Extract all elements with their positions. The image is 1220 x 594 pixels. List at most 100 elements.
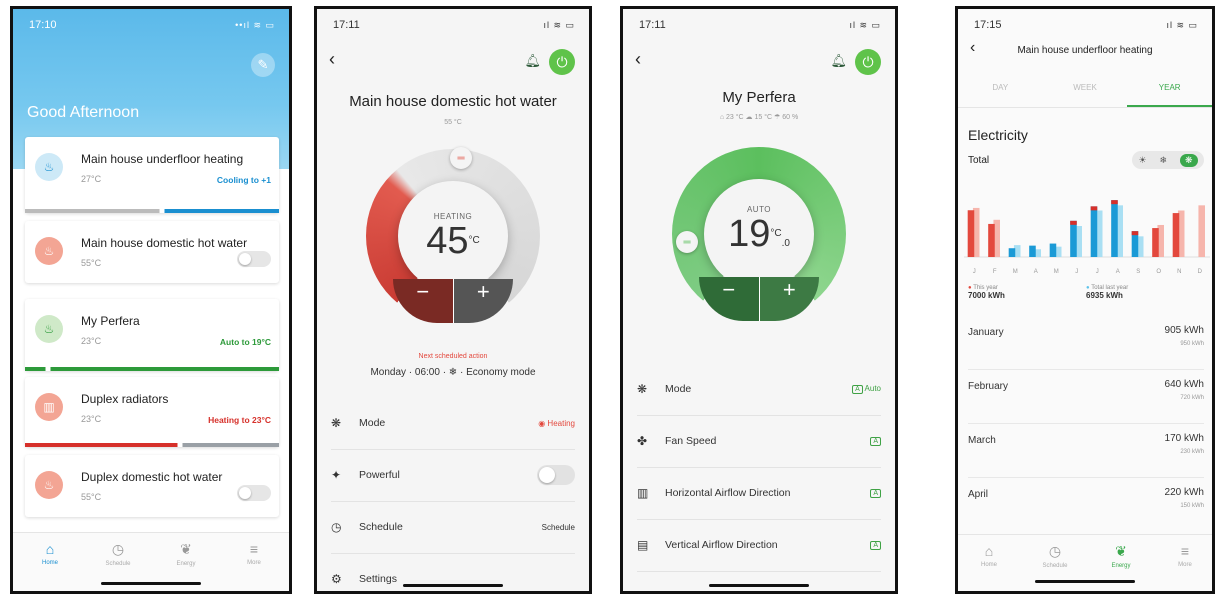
tab-year[interactable]: YEAR xyxy=(1127,75,1212,107)
mode-icon: ❋ xyxy=(331,416,342,430)
month-row[interactable]: April 220 kWh 150 kWh xyxy=(968,477,1204,531)
vertical-airflow-value: A xyxy=(870,540,881,550)
snowflake-icon[interactable]: ❄ xyxy=(1159,155,1167,166)
schedule-row[interactable]: ◷ Schedule Schedule xyxy=(331,501,575,554)
bar-this-year xyxy=(1111,200,1118,257)
device-progress-bar xyxy=(25,367,279,371)
powerful-icon: ✦ xyxy=(331,468,342,482)
vertical-airflow-row[interactable]: ▤ Vertical Airflow Direction A xyxy=(637,519,881,572)
month-row[interactable]: February 640 kWh 720 kWh xyxy=(968,369,1204,424)
month-last-year-value: 150 kWh xyxy=(1180,503,1204,509)
x-tick-label: D xyxy=(1198,269,1203,275)
auto-badge: A xyxy=(870,489,881,498)
nav-more[interactable]: ≡ More xyxy=(229,541,279,566)
fan-speed-value: A xyxy=(870,436,881,446)
dial-value-number: 19 xyxy=(728,212,771,255)
month-name: March xyxy=(968,435,996,446)
nav-label: Schedule xyxy=(1042,563,1068,569)
bar-heating-cap xyxy=(1090,206,1098,211)
device-progress-bar xyxy=(25,443,279,447)
device-card[interactable]: ♨ Main house domestic hot water 55°C xyxy=(25,221,279,283)
row-label: Schedule xyxy=(359,521,403,533)
back-button[interactable]: ‹ xyxy=(329,49,335,70)
device-temp: 23°C xyxy=(81,336,102,346)
mode-row[interactable]: ❋ Mode ◉ Heating xyxy=(331,397,575,450)
clock-icon: ◷ xyxy=(1048,543,1062,559)
month-value: 170 kWh xyxy=(1164,433,1204,444)
device-card[interactable]: ▥ Duplex radiators 23°C Heating to 23°C xyxy=(25,377,279,447)
tab-day[interactable]: DAY xyxy=(958,75,1043,107)
x-tick-label: J xyxy=(1075,269,1078,275)
bar-last-year xyxy=(1198,205,1205,257)
nav-label: Home xyxy=(41,560,58,566)
dial-value: 45°C xyxy=(426,221,480,261)
x-tick-label: A xyxy=(1034,269,1038,275)
nav-home[interactable]: ⌂ Home xyxy=(964,543,1014,568)
bar-this-year xyxy=(1008,248,1016,257)
month-value: 640 kWh xyxy=(1164,379,1204,390)
decrease-button[interactable]: − xyxy=(393,279,453,323)
bar-heating-cap xyxy=(1070,220,1077,225)
device-card[interactable]: ♨ My Perfera 23°C Auto to 19°C xyxy=(25,299,279,371)
settings-row[interactable]: ⚙ Settings xyxy=(331,553,575,591)
nav-schedule[interactable]: ◷ Schedule xyxy=(93,541,143,567)
x-tick-label: O xyxy=(1156,269,1161,275)
phone-hot-water-screen: 17:11 ıl ≋ ▭ ‹ 🔔︎ ⏻ Main house domestic … xyxy=(314,6,592,594)
mode-row[interactable]: ❋ Mode A Auto xyxy=(637,363,881,416)
nav-more[interactable]: ≡ More xyxy=(1160,543,1210,568)
tab-week[interactable]: WEEK xyxy=(1043,75,1128,107)
device-status: Auto to 19°C xyxy=(219,337,271,347)
dial-handle[interactable]: ═ xyxy=(450,147,472,169)
device-power-toggle[interactable] xyxy=(237,485,271,501)
horizontal-airflow-row[interactable]: ▥ Horizontal Airflow Direction A xyxy=(637,467,881,520)
sun-icon[interactable]: ☀ xyxy=(1138,155,1146,166)
x-tick-label: J xyxy=(1096,269,1099,275)
dial-handle[interactable]: ═ xyxy=(676,231,698,253)
increase-button[interactable]: + xyxy=(759,277,819,321)
powerful-row[interactable]: ✦ Powerful xyxy=(331,449,575,502)
row-label: Mode xyxy=(359,417,386,429)
power-button[interactable]: ⏻ xyxy=(549,49,575,75)
radiator-icon: ▥ xyxy=(35,393,63,421)
device-power-toggle[interactable] xyxy=(237,251,271,267)
nav-schedule[interactable]: ◷ Schedule xyxy=(1030,543,1080,569)
x-tick-label: A xyxy=(1116,269,1120,275)
bell-icon[interactable]: 🔔︎ xyxy=(524,53,541,69)
powerful-toggle[interactable] xyxy=(537,465,575,485)
month-row[interactable]: January 905 kWh 950 kWh xyxy=(968,315,1204,370)
bar-heating-cap xyxy=(1111,200,1118,205)
dial-controls: − + xyxy=(393,279,513,323)
pencil-icon[interactable]: ✎ xyxy=(251,53,275,77)
nav-label: More xyxy=(247,560,261,566)
back-button[interactable]: ‹ xyxy=(635,49,641,70)
decrease-button[interactable]: − xyxy=(699,277,759,321)
row-label: Fan Speed xyxy=(665,435,717,447)
dial-unit: °C xyxy=(468,234,480,246)
device-card[interactable]: ♨ Duplex domestic hot water 55°C xyxy=(25,455,279,517)
month-last-year-value: 230 kWh xyxy=(1180,449,1204,455)
month-name: April xyxy=(968,489,989,500)
bell-icon[interactable]: 🔔︎ xyxy=(830,53,847,69)
fan-speed-row[interactable]: ✤ Fan Speed A xyxy=(637,415,881,468)
legend-last-year: ● Total last year 6935 kWh xyxy=(1086,285,1128,300)
status-time: 17:10 xyxy=(29,19,57,31)
nav-home[interactable]: ⌂ Home xyxy=(25,541,75,566)
increase-button[interactable]: + xyxy=(453,279,513,323)
bar-this-year xyxy=(1152,228,1159,257)
nav-energy[interactable]: ❦ Energy xyxy=(1096,543,1146,569)
power-button[interactable]: ⏻ xyxy=(855,49,881,75)
status-signal: ıl ≋ ▭ xyxy=(543,19,575,30)
status-bar: 17:11 ıl ≋ ▭ xyxy=(333,17,575,33)
device-title: My Perfera xyxy=(722,89,796,106)
nav-energy[interactable]: ❦ Energy xyxy=(161,541,211,567)
x-tick-label: M xyxy=(1054,269,1059,275)
mode-value-text: Auto xyxy=(864,384,881,393)
auto-badge: A xyxy=(870,437,881,446)
device-temp: 55°C xyxy=(81,492,102,502)
all-modes-icon[interactable]: ❋ xyxy=(1179,153,1198,167)
month-value: 905 kWh xyxy=(1164,325,1204,336)
device-name: Duplex radiators xyxy=(81,392,169,406)
month-row[interactable]: March 170 kWh 230 kWh xyxy=(968,423,1204,478)
schedule-value: Schedule xyxy=(541,522,575,532)
device-card[interactable]: ♨ Main house underfloor heating 27°C Coo… xyxy=(25,137,279,213)
